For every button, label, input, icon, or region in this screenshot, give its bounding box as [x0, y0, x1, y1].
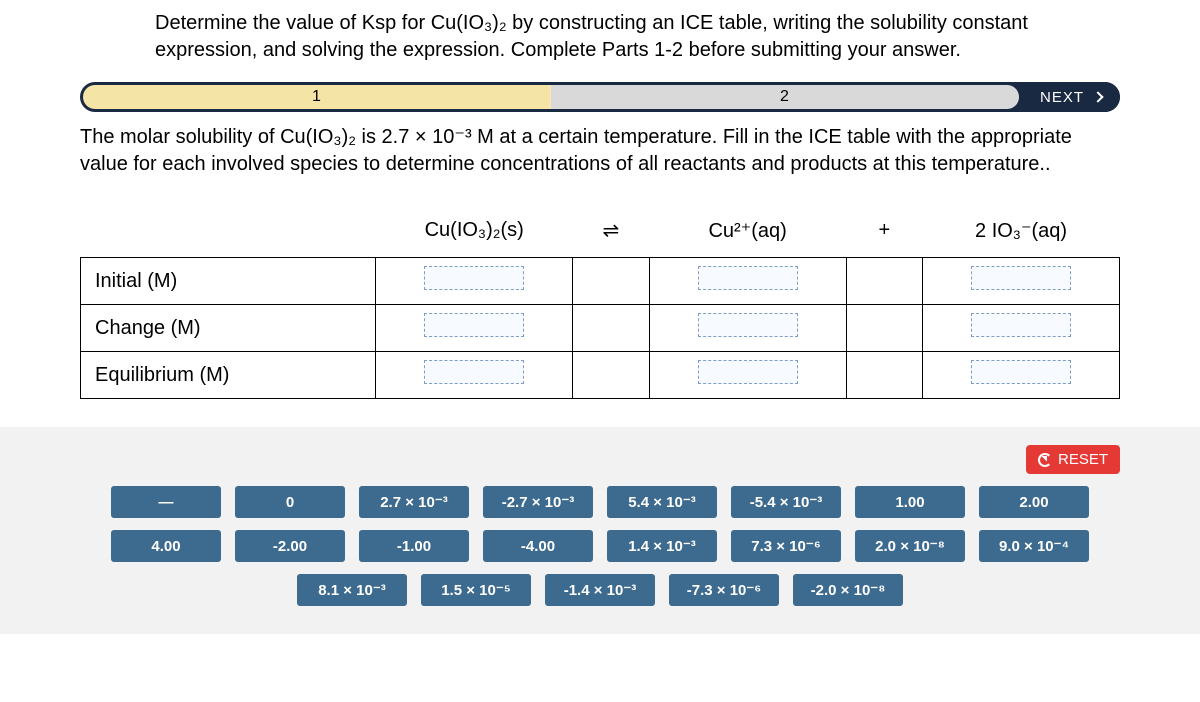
row-equilibrium-label: Equilibrium (M) — [81, 352, 376, 399]
tile[interactable]: -1.4 × 10⁻³ — [545, 574, 655, 606]
tile[interactable]: -7.3 × 10⁻⁶ — [669, 574, 779, 606]
drop-initial-col2[interactable] — [698, 266, 798, 290]
header-product-cu: Cu²⁺(aq) — [649, 210, 846, 258]
drop-eq-col2[interactable] — [698, 360, 798, 384]
tile[interactable]: -1.00 — [359, 530, 469, 562]
next-label: NEXT — [1040, 89, 1084, 106]
row-initial-label: Initial (M) — [81, 258, 376, 305]
tile[interactable]: 0 — [235, 486, 345, 518]
reset-label: RESET — [1058, 451, 1108, 468]
tile[interactable]: 9.0 × 10⁻⁴ — [979, 530, 1089, 562]
main-instructions: Determine the value of Ksp for Cu(IO₃)₂ … — [0, 0, 1200, 82]
tile-row-1: — 0 2.7 × 10⁻³ -2.7 × 10⁻³ 5.4 × 10⁻³ -5… — [111, 486, 1089, 518]
chevron-right-icon — [1092, 91, 1103, 102]
header-reactant: Cu(IO₃)₂(s) — [376, 210, 573, 258]
drop-initial-col1[interactable] — [424, 266, 524, 290]
ice-table-wrap: Cu(IO₃)₂(s) ⇌ Cu²⁺(aq) + 2 IO₃⁻(aq) Init… — [0, 190, 1200, 409]
tile[interactable]: 1.00 — [855, 486, 965, 518]
drop-eq-col1[interactable] — [424, 360, 524, 384]
answer-tiles-area: RESET — 0 2.7 × 10⁻³ -2.7 × 10⁻³ 5.4 × 1… — [0, 427, 1200, 634]
header-product-io3: 2 IO₃⁻(aq) — [923, 210, 1120, 258]
drop-change-col1[interactable] — [424, 313, 524, 337]
progress-bar: 1 2 NEXT — [80, 82, 1120, 112]
drop-eq-col3[interactable] — [971, 360, 1071, 384]
tile[interactable]: 5.4 × 10⁻³ — [607, 486, 717, 518]
tile[interactable]: 7.3 × 10⁻⁶ — [731, 530, 841, 562]
row-change: Change (M) — [81, 305, 1120, 352]
step-2[interactable]: 2 — [551, 85, 1019, 109]
drop-initial-col3[interactable] — [971, 266, 1071, 290]
step-2-label: 2 — [780, 88, 789, 106]
tile[interactable]: -5.4 × 10⁻³ — [731, 486, 841, 518]
tile[interactable]: — — [111, 486, 221, 518]
step-instructions: The molar solubility of Cu(IO₃)₂ is 2.7 … — [0, 120, 1200, 190]
tile-row-2: 4.00 -2.00 -1.00 -4.00 1.4 × 10⁻³ 7.3 × … — [111, 530, 1089, 562]
tile[interactable]: 1.5 × 10⁻⁵ — [421, 574, 531, 606]
row-initial: Initial (M) — [81, 258, 1120, 305]
tile[interactable]: 2.00 — [979, 486, 1089, 518]
tile[interactable]: 2.7 × 10⁻³ — [359, 486, 469, 518]
tile[interactable]: 2.0 × 10⁻⁸ — [855, 530, 965, 562]
tile[interactable]: 8.1 × 10⁻³ — [297, 574, 407, 606]
tile[interactable]: -2.7 × 10⁻³ — [483, 486, 593, 518]
drop-change-col2[interactable] — [698, 313, 798, 337]
tile-row-3: 8.1 × 10⁻³ 1.5 × 10⁻⁵ -1.4 × 10⁻³ -7.3 ×… — [297, 574, 903, 606]
tile[interactable]: 4.00 — [111, 530, 221, 562]
header-plus: + — [846, 210, 923, 258]
step-1-label: 1 — [312, 88, 321, 106]
reset-button[interactable]: RESET — [1026, 445, 1120, 474]
next-button[interactable]: NEXT — [1022, 82, 1120, 112]
step-1[interactable]: 1 — [83, 85, 551, 109]
ice-table: Cu(IO₃)₂(s) ⇌ Cu²⁺(aq) + 2 IO₃⁻(aq) Init… — [80, 210, 1120, 399]
tile[interactable]: 1.4 × 10⁻³ — [607, 530, 717, 562]
drop-change-col3[interactable] — [971, 313, 1071, 337]
tile[interactable]: -2.00 — [235, 530, 345, 562]
header-equilibrium-arrows: ⇌ — [573, 210, 650, 258]
tile[interactable]: -4.00 — [483, 530, 593, 562]
tile[interactable]: -2.0 × 10⁻⁸ — [793, 574, 903, 606]
row-equilibrium: Equilibrium (M) — [81, 352, 1120, 399]
row-change-label: Change (M) — [81, 305, 376, 352]
undo-icon — [1038, 453, 1052, 467]
